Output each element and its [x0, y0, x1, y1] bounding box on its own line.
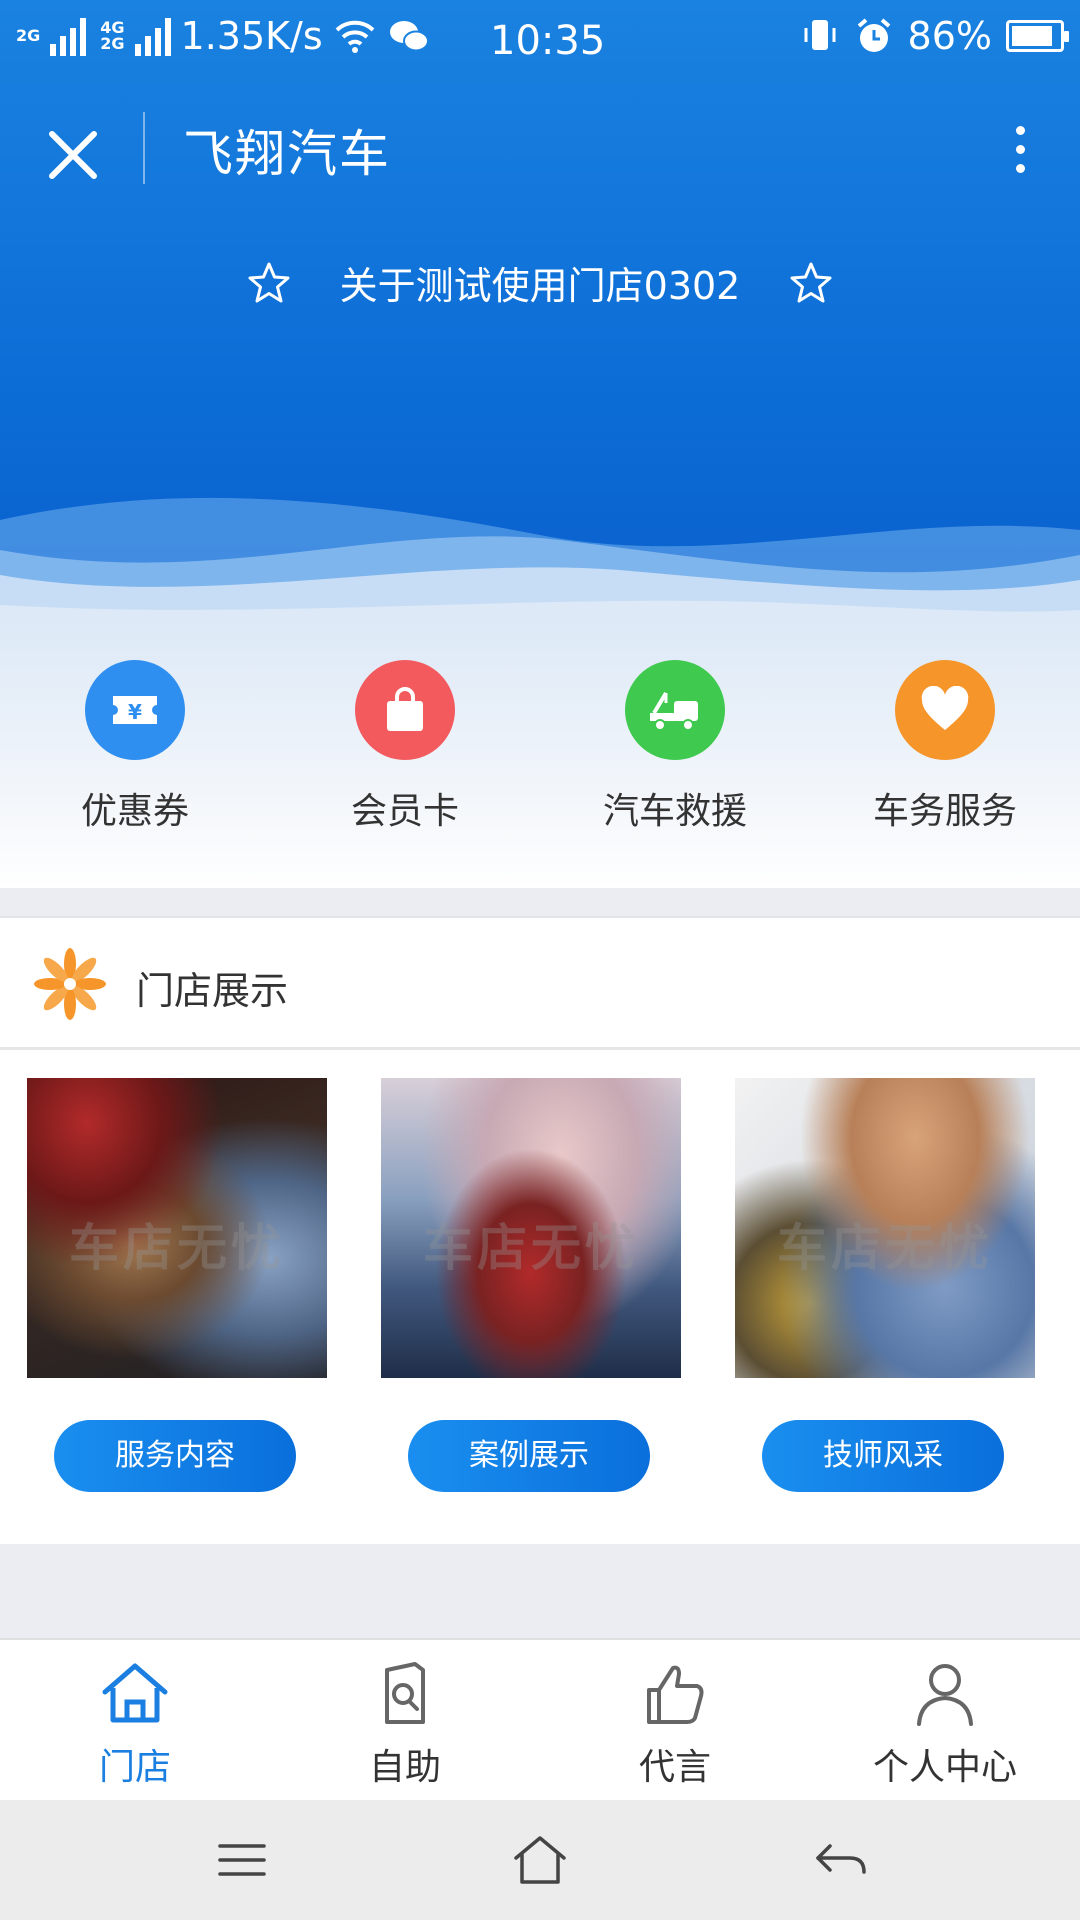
system-home-icon[interactable] — [510, 1830, 570, 1890]
system-navigation-bar — [0, 1800, 1080, 1920]
quick-action-label: 汽车救援 — [602, 791, 747, 832]
tab-label: 门店 — [98, 1747, 171, 1788]
more-options-button[interactable] — [990, 114, 1050, 184]
alarm-icon — [857, 18, 890, 52]
technician-style-button[interactable]: 技师风采 — [762, 1420, 1004, 1492]
coupon-icon: ¥ — [85, 660, 185, 760]
tow-truck-icon — [625, 660, 725, 760]
image-watermark: 车店无忧 — [777, 1219, 993, 1277]
star-icon-right — [790, 262, 832, 302]
wave-decoration — [0, 497, 1080, 620]
app-title: 飞翔汽车 — [183, 125, 391, 183]
quick-action-label: 会员卡 — [350, 791, 459, 832]
image-watermark: 车店无忧 — [423, 1219, 639, 1277]
self-service-icon — [385, 1662, 425, 1724]
quick-action-coupon[interactable]: ¥ 优惠券 — [0, 660, 270, 834]
showcase-card-technicians: 车店无忧 技师风采 — [735, 1078, 1035, 1492]
showcase-image[interactable]: 车店无忧 — [27, 1078, 327, 1378]
tab-personal-center[interactable]: 个人中心 — [810, 1658, 1080, 1790]
back-icon[interactable] — [810, 1830, 870, 1890]
menu-icon[interactable] — [212, 1830, 272, 1890]
section-header: 门店展示 — [0, 918, 1080, 1050]
title-bar: 飞翔汽车 — [0, 90, 1080, 200]
store-showcase-section: 门店展示 车店无忧 服务内容 车店无忧 案例展示 车店无忧 技师风采 — [0, 916, 1080, 1544]
close-icon[interactable] — [38, 120, 108, 190]
wifi-icon — [335, 20, 375, 53]
tab-store[interactable]: 门店 — [0, 1658, 270, 1790]
signal-icon-secondary — [134, 16, 171, 56]
quick-action-label: 车务服务 — [872, 791, 1017, 832]
bottom-tab-bar: 门店 自助 代言 个人中心 — [0, 1638, 1080, 1800]
network-2g-label: 2G — [16, 26, 41, 45]
quick-action-rescue[interactable]: 汽车救援 — [540, 660, 810, 834]
tab-self-service[interactable]: 自助 — [270, 1658, 540, 1790]
user-icon — [917, 1664, 973, 1726]
thumbs-up-icon — [647, 1665, 704, 1724]
section-title: 门店展示 — [136, 969, 289, 1013]
network-2g-label-b: 2G — [100, 34, 125, 53]
clock: 10:35 — [490, 18, 606, 64]
quick-actions: ¥ 优惠券 会员卡 汽车救援 车务服务 — [0, 620, 1080, 888]
quick-action-label: 优惠券 — [80, 791, 189, 832]
network-type-secondary: 4G 2G — [100, 20, 124, 52]
shopping-bag-icon — [355, 660, 455, 760]
heart-icon — [895, 660, 995, 760]
quick-action-membership[interactable]: 会员卡 — [270, 660, 540, 834]
image-watermark: 车店无忧 — [69, 1219, 285, 1277]
showcase-card-service: 车店无忧 服务内容 — [27, 1078, 327, 1492]
title-divider — [143, 112, 145, 184]
flower-icon — [34, 948, 106, 1020]
battery-icon — [1006, 20, 1069, 52]
tab-label: 自助 — [368, 1747, 441, 1788]
showcase-image[interactable]: 车店无忧 — [381, 1078, 681, 1378]
network-speed: 1.35K/s — [180, 14, 323, 58]
showcase-image[interactable]: 车店无忧 — [735, 1078, 1035, 1378]
svg-text:¥: ¥ — [128, 700, 142, 724]
store-name: 关于测试使用门店0302 — [339, 264, 741, 308]
star-icon-left — [248, 262, 290, 302]
store-name-row: 关于测试使用门店0302 — [0, 255, 1080, 310]
header-hero: 2G 4G 2G 1.35K/s 10:35 86% 飞翔汽车 关于测试使用门店… — [0, 0, 1080, 620]
network-type: 2G — [16, 28, 40, 44]
signal-icon — [50, 16, 87, 56]
status-bar: 2G 4G 2G 1.35K/s 10:35 86% — [0, 0, 1080, 80]
showcase-card-cases: 车店无忧 案例展示 — [381, 1078, 681, 1492]
vibrate-icon — [804, 20, 836, 50]
home-icon — [102, 1663, 168, 1723]
case-showcase-button[interactable]: 案例展示 — [408, 1420, 650, 1492]
tab-endorse[interactable]: 代言 — [540, 1658, 810, 1790]
battery-percent: 86% — [907, 14, 992, 58]
quick-action-car-service[interactable]: 车务服务 — [810, 660, 1080, 834]
service-content-button[interactable]: 服务内容 — [54, 1420, 296, 1492]
tab-label: 代言 — [638, 1747, 711, 1788]
tab-label: 个人中心 — [872, 1747, 1017, 1788]
wechat-icon — [389, 21, 429, 52]
